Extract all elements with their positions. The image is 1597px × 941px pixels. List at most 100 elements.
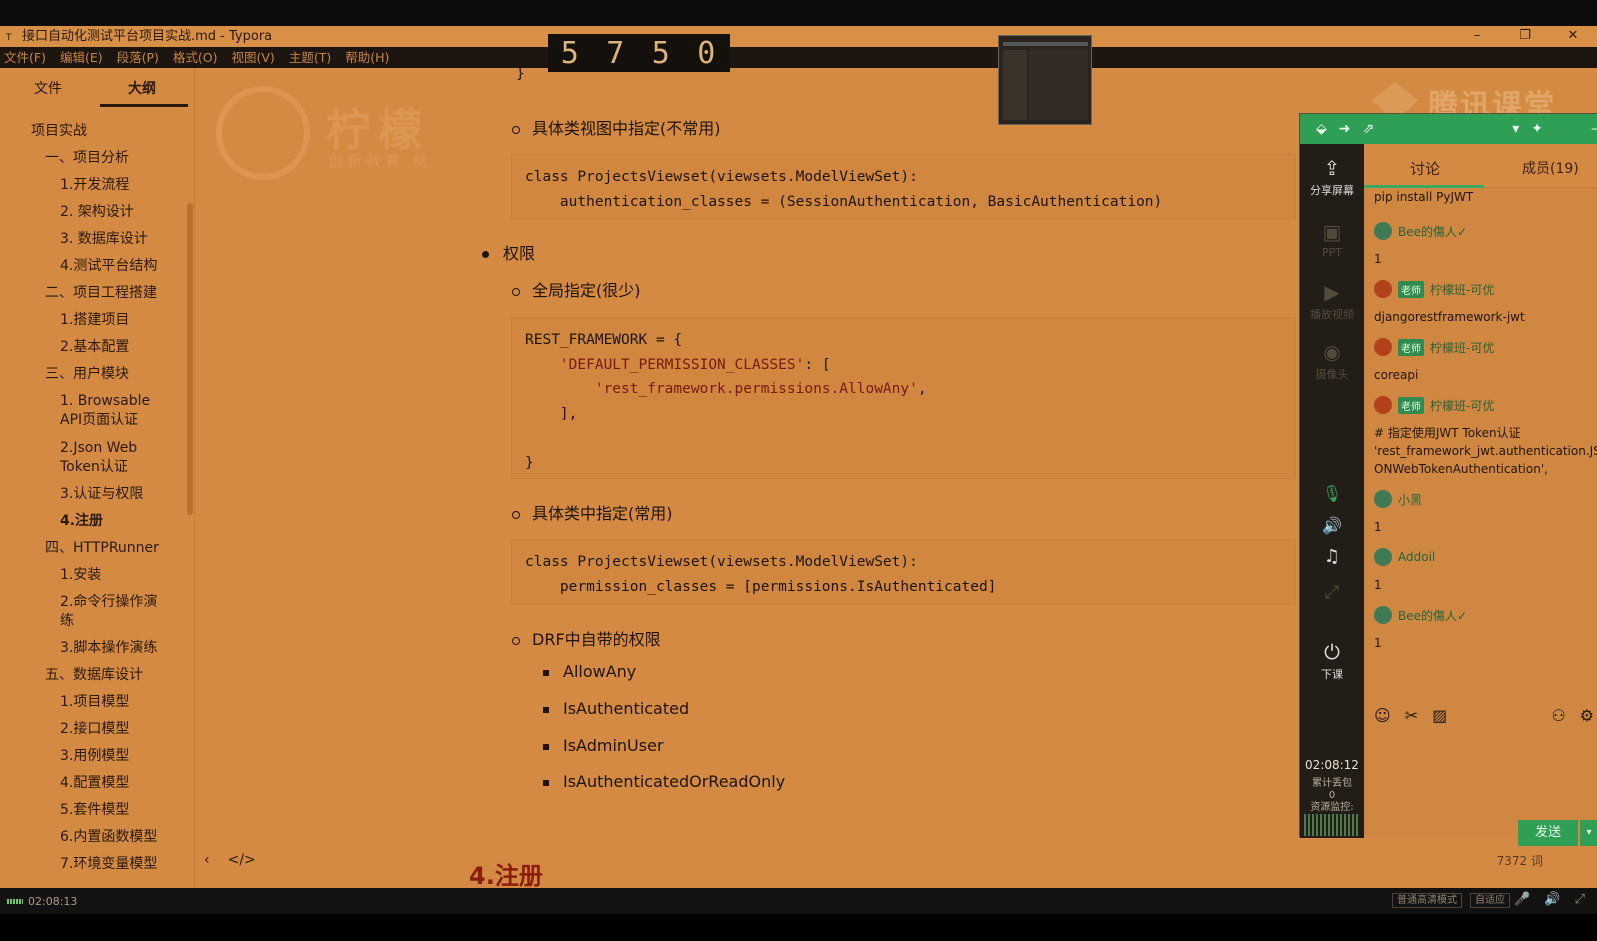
expand-icon[interactable]: ⤢ (1300, 582, 1364, 603)
members-icon[interactable]: ⚇ (1551, 706, 1565, 725)
chat-user[interactable]: Bee的傷人✓ (1374, 222, 1467, 240)
outline-item[interactable]: 三、用户模块 (45, 365, 129, 384)
speaker-icon[interactable]: 🔊 (1300, 516, 1364, 535)
chat-user[interactable]: Bee的傷人✓ (1374, 606, 1467, 624)
outline-item[interactable]: 4.测试平台结构 (60, 257, 157, 276)
outline-item[interactable]: 4.配置模型 (60, 774, 129, 793)
sidebar-scrollbar[interactable] (187, 203, 193, 515)
restore-button[interactable]: ❐ (1501, 26, 1549, 47)
avatar[interactable] (1374, 280, 1392, 298)
share-icon[interactable]: ⇗ (1363, 121, 1375, 137)
chat-username[interactable]: 小黑 (1398, 491, 1422, 508)
source-code-toggle-icon[interactable]: </> (228, 852, 256, 868)
avatar[interactable] (1374, 548, 1392, 566)
camera-tool[interactable]: ◉ 摄像头 (1300, 340, 1364, 382)
thumb-bar (1003, 42, 1088, 46)
minimize-icon[interactable]: – (1591, 121, 1597, 137)
code-block[interactable]: REST_FRAMEWORK = { 'DEFAULT_PERMISSION_C… (511, 317, 1296, 479)
outline-item[interactable]: 3.脚本操作演练 (60, 639, 157, 658)
menu-help[interactable]: 帮助(H) (345, 47, 389, 68)
chat-input-tools: ☺ ✂ ▨ (1374, 706, 1447, 725)
scissors-icon[interactable]: ✂ (1405, 706, 1418, 725)
chat-username[interactable]: Bee的傷人✓ (1398, 607, 1467, 624)
chat-username[interactable]: 柠檬班-可优 (1430, 281, 1494, 298)
outline-item[interactable]: 7.环境变量模型 (60, 855, 157, 874)
chat-user[interactable]: 老师 柠檬班-可优 (1374, 280, 1494, 298)
send-options-caret[interactable]: ▾ (1580, 820, 1597, 846)
chat-user[interactable]: Addoil (1374, 548, 1435, 566)
outline-item[interactable]: 二、项目工程搭建 (45, 284, 157, 303)
outline-item[interactable]: 2.接口模型 (60, 720, 129, 739)
volume-icon[interactable]: 🔊 (1544, 892, 1560, 907)
outline-item[interactable]: 2.Json Web Token认证 (60, 439, 137, 477)
outline-item[interactable]: 一、项目分析 (45, 149, 129, 168)
chevron-down-icon[interactable]: ▾ (1512, 121, 1519, 137)
avatar[interactable] (1374, 338, 1392, 356)
play-video-tool[interactable]: ▶ 播放视频 (1300, 280, 1364, 322)
outline-item[interactable]: 五、数据库设计 (45, 666, 143, 685)
chevron-left-icon[interactable]: ‹ (204, 852, 210, 868)
chat-username[interactable]: Addoil (1398, 550, 1435, 564)
outline-item[interactable]: 3. 数据库设计 (60, 230, 148, 249)
outline-item[interactable]: 2. 架构设计 (60, 203, 134, 222)
menu-edit[interactable]: 编辑(E) (60, 47, 103, 68)
outline-item[interactable]: 1.开发流程 (60, 176, 129, 195)
outline-item[interactable]: 4.注册 (60, 512, 103, 531)
chat-username[interactable]: 柠檬班-可优 (1430, 339, 1494, 356)
outline-item[interactable]: 1. Browsable API页面认证 (60, 392, 150, 430)
tab-files[interactable]: 文件 (34, 78, 62, 98)
avatar[interactable] (1374, 396, 1392, 414)
menu-view[interactable]: 视图(V) (232, 47, 275, 68)
avatar[interactable] (1374, 606, 1392, 624)
music-icon[interactable]: ♫ (1300, 546, 1364, 567)
top-black-band (0, 0, 1597, 26)
chat-username[interactable]: Bee的傷人✓ (1398, 223, 1467, 240)
code-block[interactable]: class ProjectsViewset(viewsets.ModelView… (511, 539, 1296, 605)
menu-file[interactable]: 文件(F) (4, 47, 46, 68)
settings-icon[interactable]: ⬙ (1316, 121, 1327, 137)
outline-item[interactable]: 项目实战 (31, 122, 87, 141)
tab-members[interactable]: 成员(19) (1522, 158, 1579, 178)
adaptive-button[interactable]: 自适应 (1470, 893, 1510, 908)
fullscreen-icon[interactable]: ⤢ (1575, 892, 1585, 907)
avatar[interactable] (1374, 222, 1392, 240)
outline-item[interactable]: 1.项目模型 (60, 693, 129, 712)
arrow-right-icon[interactable]: ➜ (1339, 121, 1351, 137)
word-count[interactable]: 7372 词 (1497, 852, 1543, 869)
outline-item[interactable]: 5.套件模型 (60, 801, 129, 820)
tab-outline[interactable]: 大纲 (128, 78, 156, 98)
quality-mode-button[interactable]: 普通高清模式 (1392, 893, 1462, 908)
chat-username[interactable]: 柠檬班-可优 (1430, 397, 1494, 414)
outline-item[interactable]: 1.搭建项目 (60, 311, 129, 330)
outline-item[interactable]: 3.用例模型 (60, 747, 129, 766)
chat-user[interactable]: 老师 柠檬班-可优 (1374, 338, 1494, 356)
send-button[interactable]: 发送 (1518, 820, 1578, 846)
pin-icon[interactable]: ✦ (1531, 121, 1543, 137)
microphone-icon[interactable]: 🎙 (1300, 484, 1364, 503)
outline-item[interactable]: 2.基本配置 (60, 338, 129, 357)
menu-format[interactable]: 格式(O) (173, 47, 218, 68)
code-brace: } (516, 68, 525, 82)
microphone-icon[interactable]: 🎤 (1514, 892, 1530, 907)
image-icon[interactable]: ▨ (1432, 706, 1447, 725)
outline-item[interactable]: 3.认证与权限 (60, 485, 143, 504)
menu-theme[interactable]: 主题(T) (289, 47, 331, 68)
avatar[interactable] (1374, 490, 1392, 508)
share-screen-tool[interactable]: ⇪ 分享屏幕 (1300, 156, 1364, 198)
outline-item[interactable]: 2.命令行操作演 练 (60, 593, 157, 631)
menu-paragraph[interactable]: 段落(P) (117, 47, 159, 68)
outline-item[interactable]: 6.内置函数模型 (60, 828, 157, 847)
chat-user[interactable]: 小黑 (1374, 490, 1422, 508)
tab-discussion[interactable]: 讨论 (1410, 158, 1440, 179)
ppt-tool[interactable]: ▣ PPT (1300, 220, 1364, 259)
screen-share-thumbnail[interactable] (998, 35, 1092, 125)
code-block[interactable]: class ProjectsViewset(viewsets.ModelView… (511, 154, 1296, 220)
minimize-button[interactable]: – (1453, 26, 1501, 47)
outline-item[interactable]: 四、HTTPRunner (45, 539, 159, 558)
chat-user[interactable]: 老师 柠檬班-可优 (1374, 396, 1494, 414)
emoji-icon[interactable]: ☺ (1374, 706, 1391, 725)
gear-icon[interactable]: ⚙ (1580, 706, 1594, 725)
close-button[interactable]: ✕ (1549, 26, 1597, 47)
outline-item[interactable]: 1.安装 (60, 566, 101, 585)
end-class-button[interactable]: ⏻ 下课 (1300, 640, 1364, 682)
